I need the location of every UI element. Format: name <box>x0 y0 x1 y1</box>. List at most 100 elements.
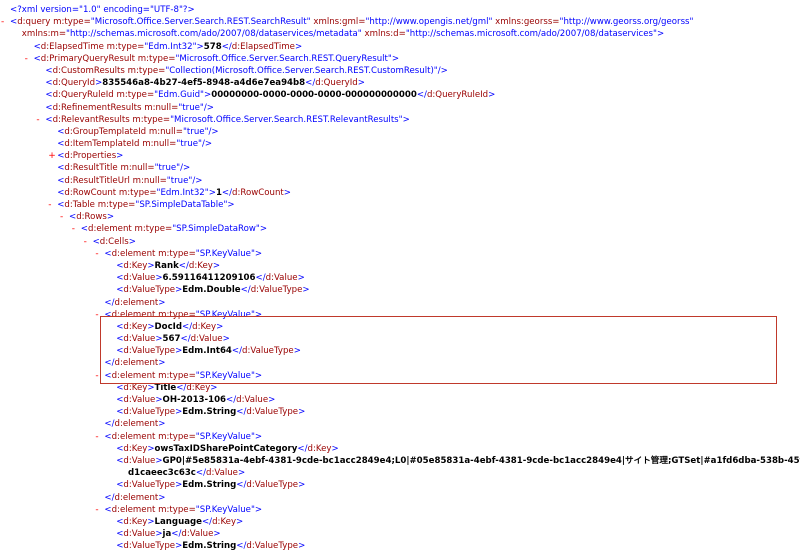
xml-punctuation: > <box>294 41 303 52</box>
xml-tag-name: d:element <box>111 504 156 515</box>
xml-tag-name: d:element <box>111 309 156 320</box>
xml-attribute-value: "http://schemas.microsoft.com/ado/2007/0… <box>405 29 657 40</box>
xml-line-content: <d:ResultTitle m:null="true"/> <box>57 162 190 174</box>
xml-line: <d:Key>Title</d:Key> <box>0 382 800 394</box>
xml-tag-name: d:RefinementResults <box>52 102 142 113</box>
xml-attribute-value: "Edm.Int32" <box>156 187 209 198</box>
xml-punctuation: > <box>227 200 235 210</box>
collapse-toggle[interactable]: - <box>95 370 98 382</box>
xml-tag-name: d:ResultTitleUrl <box>64 175 130 186</box>
xml-tag-name: d:Key <box>123 321 148 332</box>
xml-tag-name: d:Table <box>64 200 95 210</box>
xml-punctuation: > <box>298 480 306 491</box>
xml-text-value: Edm.Double <box>182 285 241 296</box>
collapse-toggle[interactable]: - <box>36 114 39 126</box>
xml-attribute-value: "SP.KeyValue" <box>195 431 255 442</box>
xml-line-content: <d:QueryRuleId m:type="Edm.Guid">0000000… <box>45 89 495 101</box>
xml-punctuation: /> <box>201 139 213 150</box>
xml-attribute: m:null= <box>146 126 183 137</box>
xml-punctuation: </ <box>236 541 247 552</box>
xml-punctuation: </ <box>104 358 115 369</box>
xml-punctuation: > <box>391 53 400 64</box>
collapse-toggle[interactable]: - <box>48 199 51 211</box>
collapse-toggle[interactable]: - <box>95 431 98 443</box>
xml-tag-name: d:QueryRuleId <box>426 90 489 101</box>
xml-punctuation: > <box>147 260 155 271</box>
xml-attribute-value: "http://www.opengis.net/gml" <box>365 17 493 28</box>
xml-punctuation: < <box>33 53 41 64</box>
xml-punctuation: > <box>158 297 166 308</box>
xml-punctuation: > <box>222 334 230 345</box>
xml-line: <d:QueryRuleId m:type="Edm.Guid">0000000… <box>0 89 800 101</box>
xml-line-content: <d:Table m:type="SP.SimpleDataTable"> <box>57 199 234 211</box>
xml-attribute: xmlns:georss= <box>492 17 560 28</box>
xml-text-value: Edm.String <box>182 480 237 491</box>
xml-punctuation: < <box>104 309 112 320</box>
collapse-toggle[interactable]: - <box>95 504 98 516</box>
xml-tag-name: d:Key <box>123 260 148 271</box>
xml-punctuation: > <box>147 321 155 332</box>
xml-line-content: <d:element m:type="SP.KeyValue"> <box>104 309 262 321</box>
xml-text-value: Edm.Int64 <box>182 346 232 357</box>
xml-punctuation: > <box>147 516 155 527</box>
xml-tag-name: d:QueryId <box>52 78 96 89</box>
xml-text-value: 835546a8-4b27-4ef5-8948-a4d6e7ea94b8 <box>102 78 306 89</box>
xml-tag-name: d:element <box>114 419 159 430</box>
xml-attribute-value: "Collection(Microsoft.Office.Server.Sear… <box>165 65 438 76</box>
xml-attribute: xmlns:m= <box>21 29 67 40</box>
xml-tag-name: d:element <box>111 248 156 259</box>
xml-punctuation: > <box>268 395 276 405</box>
xml-punctuation: < <box>33 41 41 52</box>
collapse-toggle[interactable]: - <box>25 53 28 65</box>
xml-line: </d:element> <box>0 297 800 309</box>
xml-line: <d:ResultTitleUrl m:null="true"/> <box>0 175 800 187</box>
xml-attribute: m:type= <box>116 187 157 198</box>
xml-punctuation: > <box>254 370 263 381</box>
xml-attribute-value: "Microsoft.Office.Server.Search.REST.Rel… <box>170 114 403 125</box>
xml-line: </d:element> <box>0 418 800 430</box>
xml-line: <d:Key>DocId</d:Key> <box>0 321 800 333</box>
xml-line-content: <d:Value>6.59116411209106</d:Value> <box>116 272 305 284</box>
xml-line-content: <d:Value>OH-2013-106</d:Value> <box>116 394 275 406</box>
xml-tag-name: d:Key <box>186 382 211 393</box>
xml-line-content: <d:ResultTitleUrl m:null="true"/> <box>57 175 202 187</box>
collapse-toggle[interactable]: - <box>60 211 63 223</box>
xml-tag-name: d:ValueType <box>123 480 176 491</box>
collapse-toggle[interactable]: - <box>72 223 75 235</box>
xml-text-value: Rank <box>154 260 179 271</box>
xml-line: <d:QueryId>835546a8-4b27-4ef5-8948-a4d6e… <box>0 77 800 89</box>
xml-tag-name: d:ValueType <box>246 407 299 418</box>
xml-attribute-value: "SP.KeyValue" <box>195 370 255 381</box>
xml-attribute: m:null= <box>139 139 177 150</box>
xml-line-content: <d:ValueType>Edm.String</d:ValueType> <box>116 479 305 491</box>
xml-punctuation: > <box>402 114 410 125</box>
xml-line-content: <d:RefinementResults m:null="true"/> <box>45 102 214 114</box>
xml-punctuation: < <box>45 114 53 125</box>
collapse-toggle[interactable]: - <box>95 248 98 260</box>
collapse-toggle[interactable]: - <box>1 16 4 28</box>
xml-line-content: <d:Cells> <box>93 236 136 248</box>
xml-line-content: <d:element m:type="SP.KeyValue"> <box>104 431 262 443</box>
xml-line-content: </d:element> <box>104 297 165 309</box>
xml-line: <d:ResultTitle m:null="true"/> <box>0 162 800 174</box>
xml-punctuation: < <box>104 370 112 381</box>
xml-line: d1caeec3c63c</d:Value> <box>0 467 800 479</box>
xml-line: <d:ElapsedTime m:type="Edm.Int32">578</d… <box>0 41 800 53</box>
xml-line: <d:CustomResults m:type="Collection(Micr… <box>0 65 800 77</box>
collapse-toggle[interactable]: - <box>84 236 87 248</box>
xml-tag-name: d:element <box>114 358 159 369</box>
xml-attribute: m:type= <box>155 431 196 442</box>
xml-punctuation: > <box>155 529 163 540</box>
xml-line: <d:Value>ja</d:Value> <box>0 528 800 540</box>
xml-tag-name: d:Key <box>212 516 237 527</box>
collapse-toggle[interactable]: - <box>95 309 98 321</box>
xml-punctuation: > <box>254 431 263 442</box>
xml-punctuation: < <box>80 224 88 235</box>
expand-toggle[interactable]: + <box>48 150 56 162</box>
xml-line-content: <d:element m:type="SP.KeyValue"> <box>104 370 262 382</box>
xml-line-content: <d:QueryId>835546a8-4b27-4ef5-8948-a4d6e… <box>45 77 365 89</box>
xml-line-content: <d:Value>GP0|#5e85831a-4ebf-4381-9cde-bc… <box>116 455 800 467</box>
xml-tag-name: d:Key <box>307 443 332 454</box>
xml-attribute: m:type= <box>135 53 176 64</box>
xml-line: - <d:element m:type="SP.KeyValue"> <box>0 431 800 443</box>
